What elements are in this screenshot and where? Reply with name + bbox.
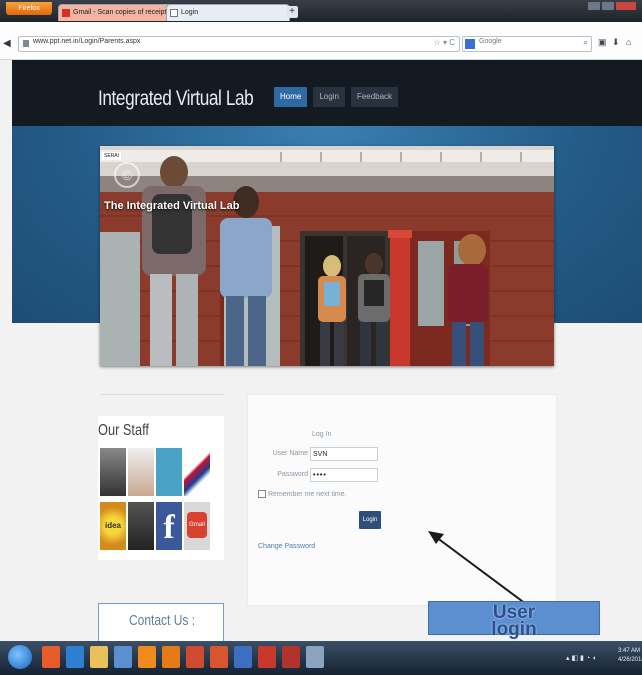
username-label: User Name — [272, 450, 308, 457]
staff-tile-flag[interactable] — [184, 448, 210, 496]
powerpoint-icon[interactable] — [258, 646, 276, 668]
taskbar-app-icon[interactable] — [210, 646, 228, 668]
new-tab-button[interactable]: + — [286, 6, 298, 18]
search-bar[interactable]: Google ⌕ — [462, 36, 592, 52]
username-field[interactable]: SVN — [310, 447, 378, 461]
menu-item-feedback[interactable]: Feedback — [350, 87, 399, 107]
tab-label: Gmail - Scan copies of receipt — [73, 9, 167, 16]
login-title: Log In — [312, 431, 332, 438]
remember-label: Remember me next time. — [268, 490, 347, 498]
url-text[interactable]: www.ppt.net.in/Login/Parents.aspx — [33, 38, 140, 45]
remember-checkbox[interactable] — [258, 490, 266, 498]
search-icon[interactable]: ⌕ — [584, 38, 588, 48]
menu-item-home[interactable]: Home — [274, 87, 308, 107]
annotation-text: User login — [491, 602, 537, 640]
staff-title: Our Staff — [98, 422, 149, 439]
students-entering-building-illustration — [100, 146, 554, 366]
taskbar-app-icon[interactable] — [282, 646, 300, 668]
remember-me[interactable]: Remember me next time. — [258, 490, 347, 498]
window-controls — [588, 2, 636, 10]
browser-tab-bar: Firefox Gmail - Scan copies of receipt L… — [0, 0, 642, 22]
gmail-tile[interactable]: Gmail — [184, 502, 210, 550]
home-icon[interactable]: ⌂ — [626, 37, 631, 47]
change-password-link[interactable]: Change Password — [258, 543, 315, 550]
staff-panel: Our Staff idea f Gmail — [98, 416, 224, 560]
staff-tile-photo[interactable] — [128, 448, 154, 496]
word-icon[interactable] — [234, 646, 252, 668]
taskbar-app-icon[interactable] — [42, 646, 60, 668]
page-icon — [170, 9, 178, 17]
bookmarks-icon[interactable]: ▣ — [598, 37, 607, 48]
folder-icon[interactable] — [90, 646, 108, 668]
site-title[interactable]: Integrated Virtual Lab — [98, 87, 254, 111]
google-icon[interactable] — [465, 39, 475, 49]
site-identity-icon[interactable] — [23, 40, 29, 47]
clock-date: 4/26/2014 — [618, 657, 642, 663]
close-icon[interactable] — [616, 2, 636, 10]
tab-gmail[interactable]: Gmail - Scan copies of receipt — [58, 4, 182, 21]
start-button[interactable] — [8, 645, 32, 669]
password-field[interactable]: •••• — [310, 468, 378, 482]
copyright-icon: © — [114, 162, 140, 188]
back-arrow-icon[interactable]: ◀ — [3, 38, 11, 49]
facebook-icon[interactable]: f — [156, 502, 182, 550]
contact-label: Contact Us : — [129, 612, 196, 629]
reload-icon[interactable]: ☆ ▾ C — [434, 38, 455, 47]
browser-nav-bar: ◀ www.ppt.net.in/Login/Parents.aspx ☆ ▾ … — [0, 22, 642, 60]
main-menu: Home Login Feedback — [274, 87, 399, 107]
divider — [100, 394, 224, 395]
windows-taskbar: ▴ ◧ ▮ ◔ ◖ 3:47 AM 4/26/2014 — [0, 641, 642, 675]
tab-login[interactable]: Login — [166, 4, 290, 21]
download-icon[interactable]: ⬇ — [612, 37, 620, 48]
taskbar-app-icon[interactable] — [114, 646, 132, 668]
taskbar-app-icon[interactable] — [186, 646, 204, 668]
staff-tile-photo[interactable] — [128, 502, 154, 550]
hero-caption: The Integrated Virtual Lab — [104, 200, 240, 212]
gmail-icon: Gmail — [187, 512, 207, 538]
annotation-label: User login — [428, 601, 600, 640]
media-player-icon[interactable] — [138, 646, 156, 668]
contact-box[interactable]: Contact Us : — [98, 603, 224, 643]
password-label: Password — [277, 471, 308, 478]
hero-image: SERAI © The Integrated Virtual Lab — [100, 146, 554, 366]
hero-badge: SERAI — [102, 152, 122, 160]
ie-icon[interactable] — [66, 646, 84, 668]
gmail-icon — [62, 9, 70, 17]
tab-label: Login — [181, 9, 199, 16]
login-panel: Log In User Name SVN Password •••• Remem… — [247, 394, 557, 606]
firefox-menu-button[interactable]: Firefox — [6, 2, 52, 15]
staff-tile-calendar[interactable] — [156, 448, 182, 496]
maximize-icon[interactable] — [602, 2, 614, 10]
minimize-icon[interactable] — [588, 2, 600, 10]
taskbar-app-icon[interactable] — [306, 646, 324, 668]
search-input[interactable]: Google — [479, 38, 502, 45]
address-bar[interactable]: www.ppt.net.in/Login/Parents.aspx ☆ ▾ C — [18, 36, 460, 52]
clock[interactable]: 3:47 AM 4/26/2014 — [618, 647, 642, 665]
menu-item-login[interactable]: Login — [313, 87, 345, 107]
firefox-icon[interactable] — [162, 646, 180, 668]
site-header: Integrated Virtual Lab Home Login Feedba… — [12, 60, 642, 126]
staff-tile-idea[interactable]: idea — [100, 502, 126, 550]
system-tray-icons[interactable]: ▴ ◧ ▮ ◔ ◖ — [566, 654, 596, 662]
staff-tile-photo[interactable] — [100, 448, 126, 496]
clock-time: 3:47 AM — [618, 648, 641, 654]
login-button[interactable]: Login — [359, 511, 381, 529]
